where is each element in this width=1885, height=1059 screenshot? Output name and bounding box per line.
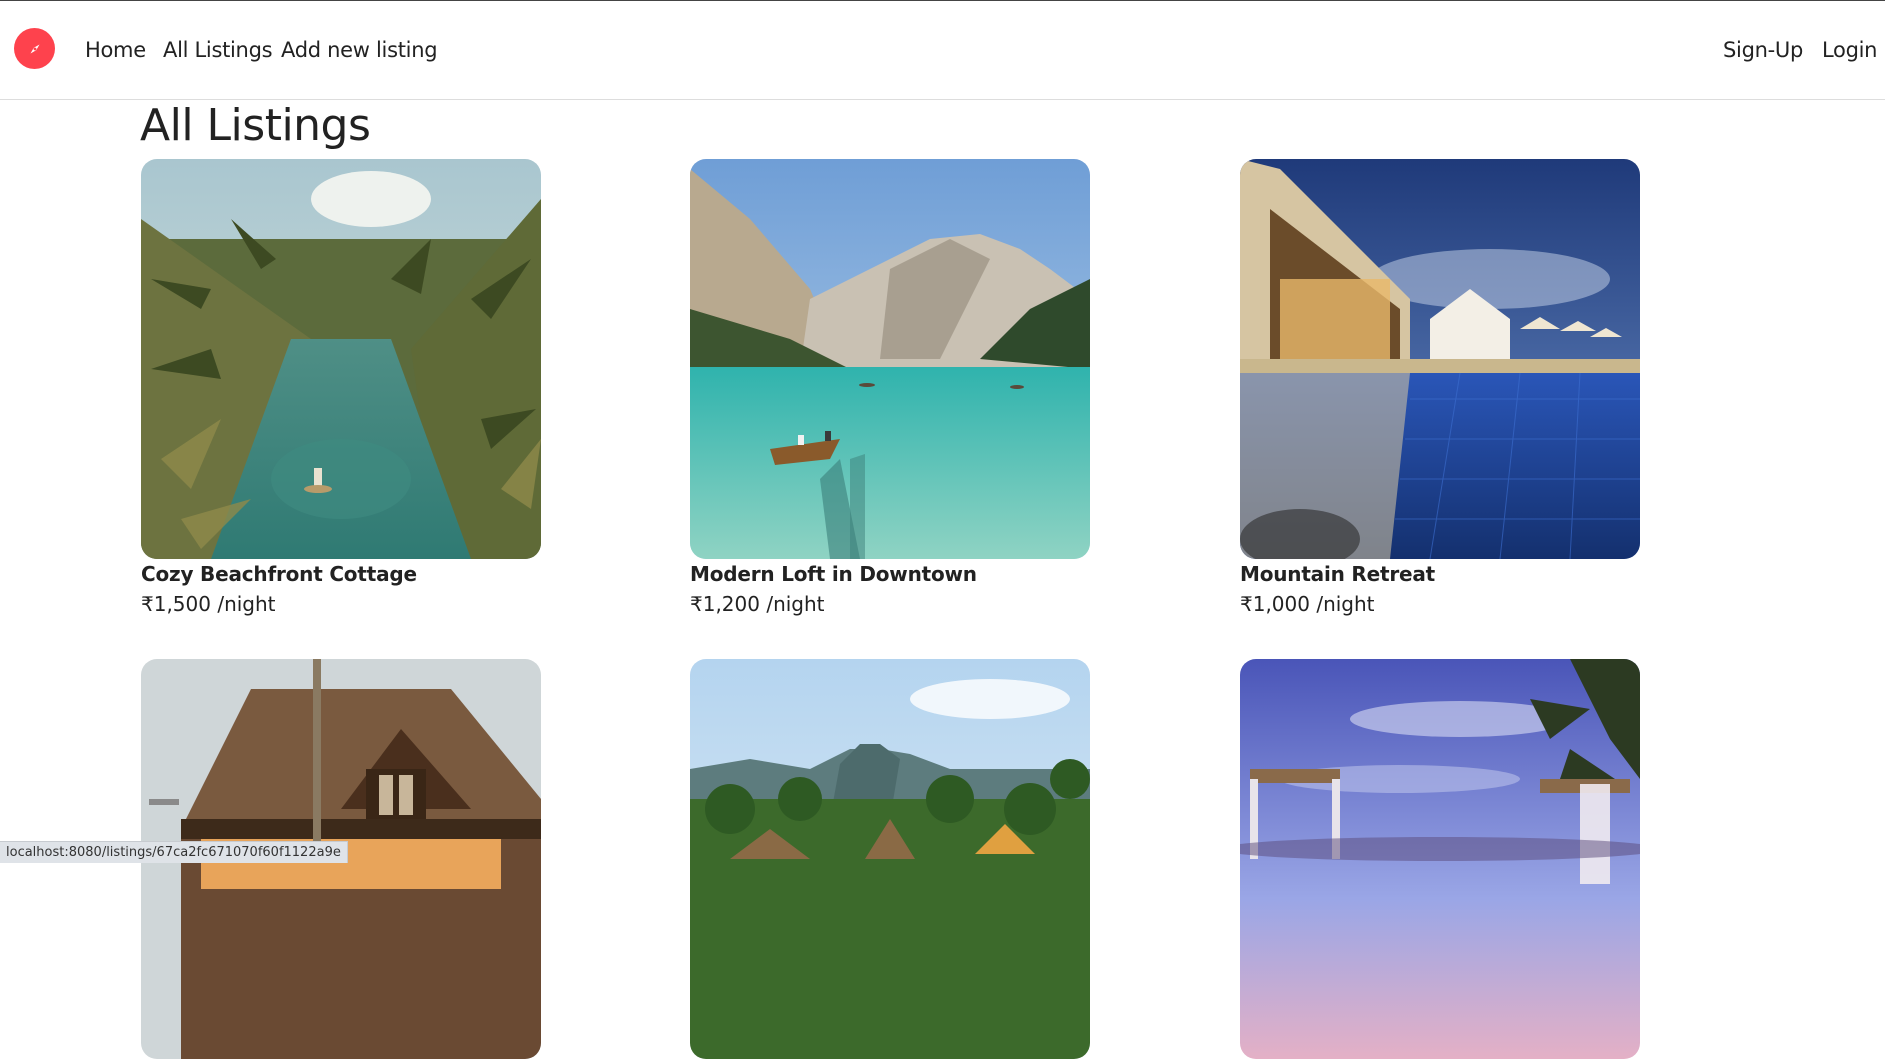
listing-card[interactable]: Cozy Beachfront Cottage ₹1,500 /night (141, 159, 541, 616)
compass-icon (30, 44, 39, 53)
listing-image[interactable] (690, 159, 1090, 559)
listing-title: Cozy Beachfront Cottage (141, 562, 417, 586)
page-title: All Listings (140, 100, 371, 151)
listing-price: ₹1,500 /night (141, 592, 276, 616)
listing-image[interactable] (1240, 659, 1640, 1059)
listing-card[interactable]: Mountain Retreat ₹1,000 /night (1240, 159, 1640, 616)
brand-logo-button[interactable] (14, 28, 55, 69)
listing-card[interactable]: Modern Loft in Downtown ₹1,200 /night (690, 159, 1090, 616)
nav-home-link[interactable]: Home (85, 38, 146, 62)
listing-title: Modern Loft in Downtown (690, 562, 977, 586)
listing-image[interactable] (141, 159, 541, 559)
nav-login-link[interactable]: Login (1822, 38, 1877, 62)
nav-signup-link[interactable]: Sign-Up (1723, 38, 1803, 62)
status-bar-url: localhost:8080/listings/67ca2fc671070f60… (0, 841, 348, 863)
nav-all-listings-link[interactable]: All Listings (163, 38, 273, 62)
listing-image[interactable] (1240, 159, 1640, 559)
listing-card[interactable] (1240, 659, 1640, 1059)
listing-card[interactable] (690, 659, 1090, 1059)
navbar: Home All Listings Add new listing Sign-U… (0, 1, 1885, 100)
listing-price: ₹1,200 /night (690, 592, 825, 616)
listing-price: ₹1,000 /night (1240, 592, 1375, 616)
nav-add-listing-link[interactable]: Add new listing (281, 38, 438, 62)
listing-title: Mountain Retreat (1240, 562, 1436, 586)
listing-image[interactable] (690, 659, 1090, 1059)
